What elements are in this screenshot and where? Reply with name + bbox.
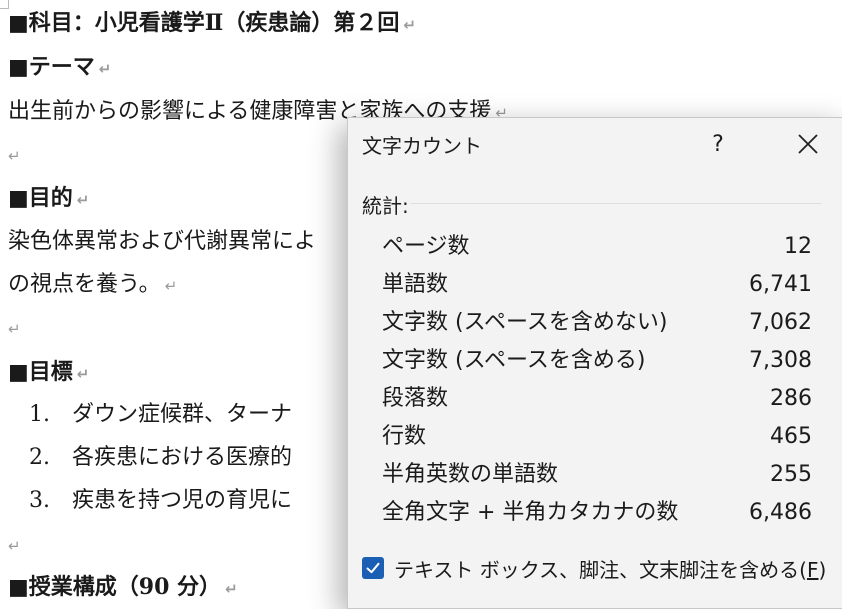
include-textboxes-footnotes-checkbox[interactable] [362,557,384,579]
goal-number: 3. [29,488,50,513]
empty-paragraph: ↵ [8,530,21,561]
stat-row-chars-no-spaces: 文字数 (スペースを含めない) 7,062 [382,304,812,342]
paragraph-mark: ↵ [76,191,90,209]
stat-value: 465 [770,424,812,449]
goal-item: 1. ダウン症候群、ターナ [8,400,292,430]
stat-label: 全角文字 + 半角カタカナの数 [382,500,679,525]
stat-label: 段落数 [382,386,449,411]
stat-label: 単語数 [382,272,449,297]
stat-row-halfwidth-words: 半角英数の単語数 255 [382,456,812,494]
stat-label: 文字数 (スペースを含める) [382,348,646,373]
stat-value: 255 [770,462,812,487]
purpose-heading: ■目的 ↵ [8,185,90,211]
stat-value: 6,741 [749,272,812,297]
paragraph-mark: ↵ [403,16,416,34]
stat-row-paragraphs: 段落数 286 [382,380,812,418]
help-button[interactable]: ? [698,124,738,164]
dialog-title: 文字カウント [362,134,482,158]
include-textboxes-footnotes-checkbox-row[interactable]: テキスト ボックス、脚注、文末脚注を含める(F) [362,550,826,586]
paragraph-mark: ↵ [8,320,21,338]
accelerator-key: F [806,557,819,582]
stat-row-fullwidth-chars: 全角文字 + 半角カタカナの数 6,486 [382,494,812,532]
stat-value: 286 [770,386,812,411]
purpose-text-line-2: の視点を養う。 ↵ [8,272,178,297]
paragraph-mark: ↵ [76,365,90,383]
statistics-section-label: 統計: [362,194,409,218]
goal-item: 2. 各疾患における医療的 [8,443,292,473]
paragraph-mark: ↵ [164,277,178,295]
stat-row-lines: 行数 465 [382,418,812,456]
goal-item: 3. 疾患を持つ児の育児に [8,486,292,516]
paragraph-mark: ↵ [8,147,21,165]
structure-heading: ■授業構成（90 分） ↵ [8,574,238,600]
paragraph-mark: ↵ [98,60,112,78]
section-divider [410,203,822,204]
goal-text: ダウン症候群、ターナ [72,402,293,427]
stat-label: 半角英数の単語数 [382,462,559,487]
purpose-text-line-1: 染色体異常および代謝異常によ [8,229,317,254]
checkbox-label: テキスト ボックス、脚注、文末脚注を含める(F) [394,557,827,582]
goal-text: 各疾患における医療的 [72,445,293,470]
empty-paragraph: ↵ [8,313,21,344]
goal-number: 2. [29,445,50,470]
stat-label: 行数 [382,424,427,449]
stat-value: 6,486 [749,500,812,525]
checkmark-icon [366,562,380,574]
paragraph-mark: ↵ [225,580,238,598]
close-button[interactable] [786,124,830,164]
stat-label: ページ数 [382,234,470,259]
stat-value: 12 [784,234,812,259]
stat-row-pages: ページ数 12 [382,228,812,266]
goal-number: 1. [29,402,50,427]
subject-heading: ■科目：小児看護学Ⅱ（疾患論）第２回 ↵ [8,10,416,36]
word-count-dialog: 文字カウント ? 統計: ページ数 12 単語数 6,741 文字数 (スペース… [347,117,842,609]
empty-paragraph: ↵ [8,140,21,171]
help-icon: ? [712,131,724,157]
stat-value: 7,308 [749,348,812,373]
goal-text: 疾患を持つ児の育児に [72,488,293,513]
goals-heading: ■目標 ↵ [8,359,90,385]
theme-heading: ■テーマ ↵ [8,54,112,80]
paragraph-mark: ↵ [8,537,21,555]
stat-value: 7,062 [749,310,812,335]
stat-row-chars-with-spaces: 文字数 (スペースを含める) 7,308 [382,342,812,380]
close-icon [798,134,818,154]
stat-row-words: 単語数 6,741 [382,266,812,304]
stat-label: 文字数 (スペースを含めない) [382,310,668,335]
